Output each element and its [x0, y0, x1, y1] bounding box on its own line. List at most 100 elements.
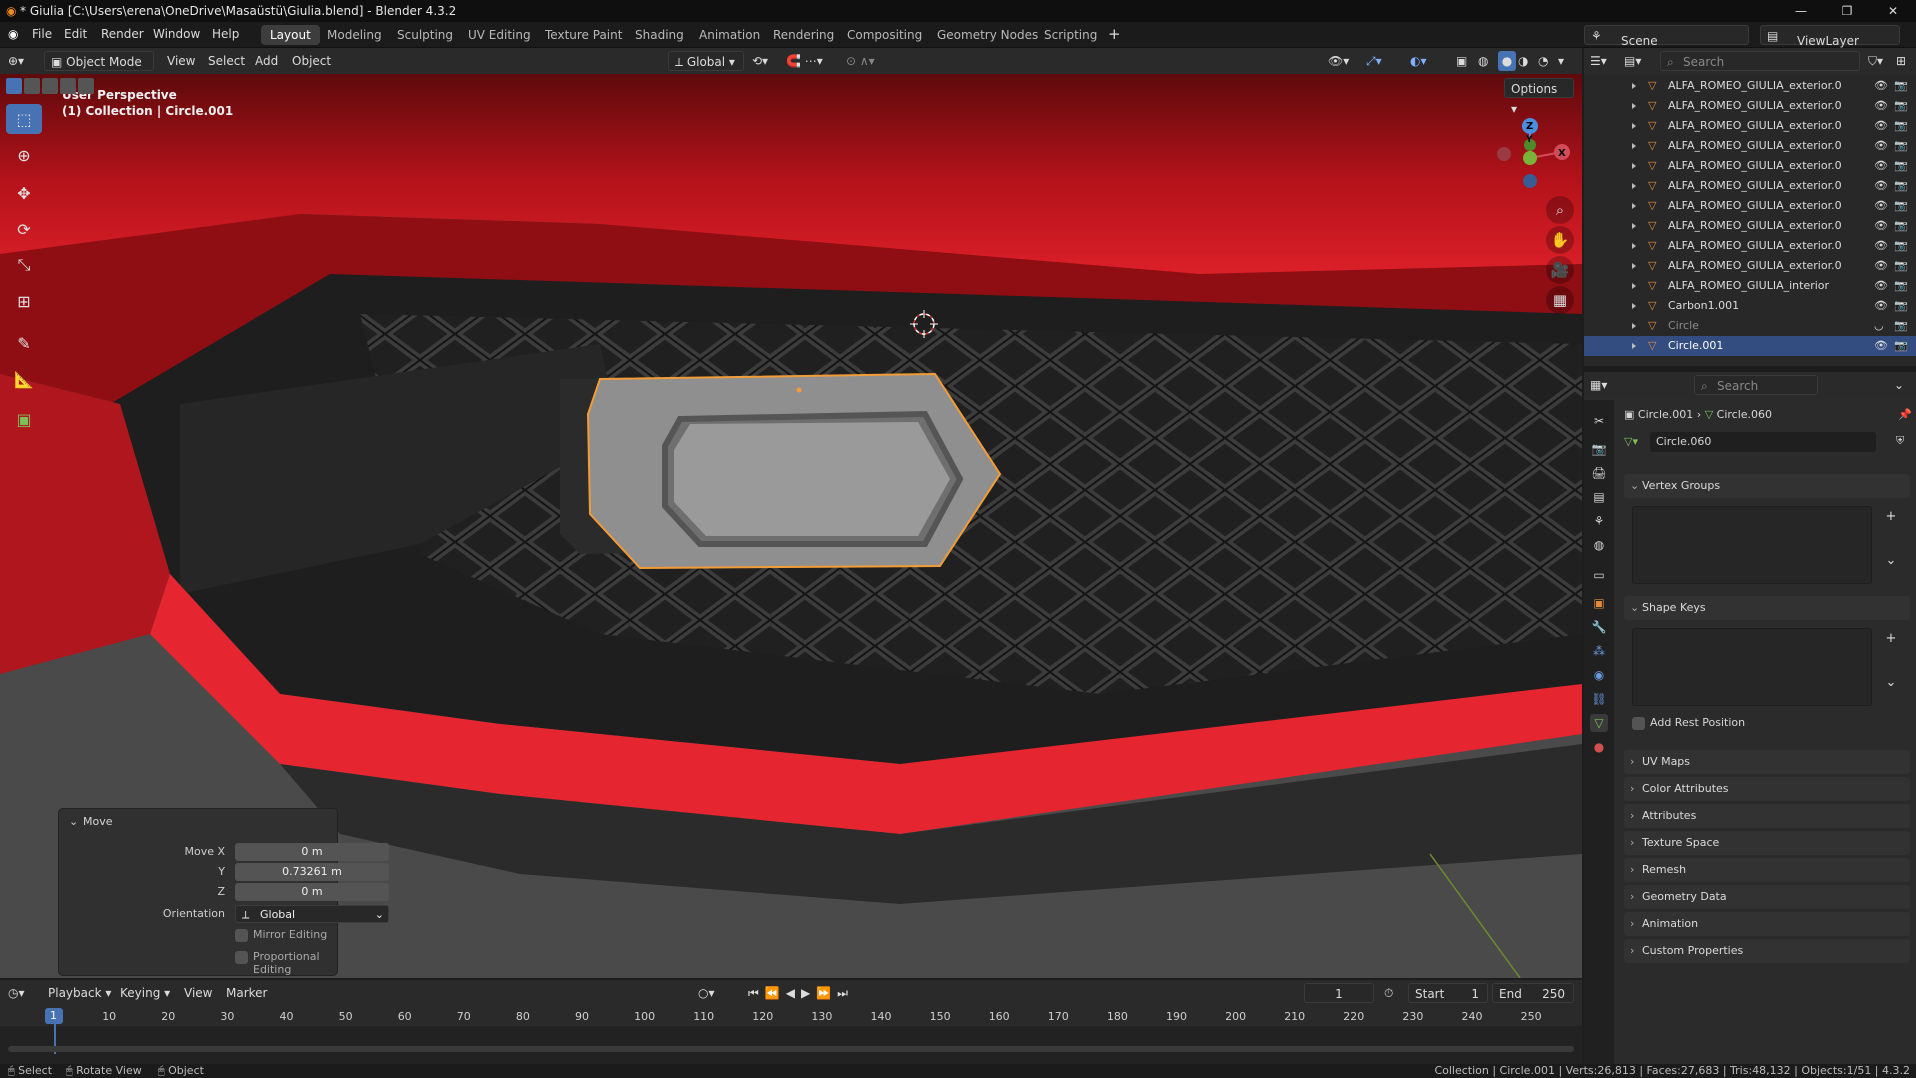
move-tool-icon[interactable]: ✥: [6, 178, 42, 208]
editor-type-icon[interactable]: ⊕▾: [8, 51, 38, 71]
collapsed-section[interactable]: › Animation: [1624, 912, 1910, 936]
outliner-item[interactable]: ▽ Carbon1.001 👁 📷: [1584, 296, 1916, 316]
menu-help[interactable]: Help: [212, 27, 239, 41]
timeline-area[interactable]: 1102030405060708090100110120130140150160…: [0, 1006, 1582, 1064]
select-invert-icon[interactable]: [60, 78, 76, 94]
outliner-item[interactable]: ▽ ALFA_ROMEO_GIULIA_exterior.0 👁 📷: [1584, 196, 1916, 216]
expand-arrow-icon[interactable]: [1632, 103, 1636, 109]
eye-icon[interactable]: 👁: [1874, 276, 1888, 296]
shape-key-menu-icon[interactable]: ⌄: [1882, 674, 1900, 692]
close-button[interactable]: ✕: [1870, 0, 1916, 22]
collapsed-section[interactable]: › Attributes: [1624, 804, 1910, 828]
render-tab-icon[interactable]: 📷: [1590, 440, 1608, 458]
menu-select[interactable]: Select: [208, 51, 245, 71]
tab-scripting[interactable]: Scripting: [1035, 25, 1106, 45]
object-tab-icon[interactable]: ▣: [1590, 594, 1608, 612]
physics-tab-icon[interactable]: ◉: [1590, 666, 1608, 684]
scene-selector[interactable]: ⚘ Scene: [1584, 25, 1749, 48]
vertex-group-menu-icon[interactable]: ⌄: [1882, 552, 1900, 570]
world-tab-icon[interactable]: ◍: [1590, 536, 1608, 554]
shape-keys-list[interactable]: [1632, 628, 1872, 706]
add-cube-tool-icon[interactable]: ▣: [6, 404, 42, 434]
display-mode-icon[interactable]: ▤▾: [1624, 51, 1652, 71]
eye-icon[interactable]: 👁: [1874, 76, 1888, 96]
camera-render-icon[interactable]: 📷: [1894, 96, 1908, 116]
eye-icon[interactable]: 👁: [1874, 256, 1888, 276]
snap-icon[interactable]: 🧲 ⋯▾: [786, 51, 836, 71]
cursor-tool-icon[interactable]: ⊕: [6, 140, 42, 170]
tab-animation[interactable]: Animation: [690, 25, 769, 45]
material-shading-icon[interactable]: ◑: [1518, 51, 1536, 71]
outliner-item[interactable]: ▽ ALFA_ROMEO_GIULIA_exterior.0 👁 📷: [1584, 116, 1916, 136]
outliner-item[interactable]: ▽ ALFA_ROMEO_GIULIA_exterior.0 👁 📷: [1584, 256, 1916, 276]
properties-options-icon[interactable]: ⌄: [1894, 375, 1912, 395]
playback-menu[interactable]: Playback ▾: [48, 983, 111, 1003]
tab-rendering[interactable]: Rendering: [764, 25, 843, 45]
expand-arrow-icon[interactable]: [1632, 183, 1636, 189]
outliner-item[interactable]: ▽ ALFA_ROMEO_GIULIA_exterior.0 👁 📷: [1584, 236, 1916, 256]
menu-file[interactable]: File: [32, 27, 52, 41]
outliner-item[interactable]: ▽ ALFA_ROMEO_GIULIA_interior 👁 📷: [1584, 276, 1916, 296]
eye-icon[interactable]: 👁: [1874, 216, 1888, 236]
timeline-view-menu[interactable]: View: [184, 983, 212, 1003]
collapsed-section[interactable]: › Texture Space: [1624, 831, 1910, 855]
eye-icon[interactable]: 👁: [1874, 296, 1888, 316]
preview-range-icon[interactable]: ⏱: [1384, 983, 1402, 1003]
expand-arrow-icon[interactable]: [1632, 123, 1636, 129]
tab-texture-paint[interactable]: Texture Paint: [536, 25, 631, 45]
expand-arrow-icon[interactable]: [1632, 323, 1636, 329]
rotate-tool-icon[interactable]: ⟳: [6, 214, 42, 244]
camera-view-icon[interactable]: 🎥: [1546, 256, 1574, 284]
pin-icon[interactable]: 📌: [1898, 408, 1912, 421]
tab-sculpting[interactable]: Sculpting: [388, 25, 462, 45]
collapsed-section[interactable]: › Geometry Data: [1624, 885, 1910, 909]
zoom-icon[interactable]: ⌕: [1546, 196, 1574, 224]
constraints-tab-icon[interactable]: ⛓: [1590, 690, 1608, 708]
start-frame-field[interactable]: Start 1: [1408, 983, 1488, 1003]
camera-render-icon[interactable]: 📷: [1894, 236, 1908, 256]
orientation-dropdown[interactable]: Global ⟂ ⌄: [235, 905, 389, 923]
rendered-shading-icon[interactable]: ◔: [1538, 51, 1556, 71]
output-tab-icon[interactable]: 🖨: [1590, 464, 1608, 482]
camera-render-icon[interactable]: 📷: [1894, 176, 1908, 196]
tab-modeling[interactable]: Modeling: [318, 25, 391, 45]
expand-arrow-icon[interactable]: [1632, 163, 1636, 169]
tab-geometry-nodes[interactable]: Geometry Nodes: [928, 25, 1047, 45]
menu-object[interactable]: Object: [292, 51, 331, 71]
pivot-icon[interactable]: ⟲▾: [752, 51, 780, 71]
panel-collapse-icon[interactable]: ⌄: [69, 815, 78, 828]
tool-tab-icon[interactable]: ✂: [1590, 412, 1608, 430]
eye-icon[interactable]: 👁: [1874, 96, 1888, 116]
eye-icon[interactable]: ◡: [1874, 316, 1884, 336]
camera-render-icon[interactable]: 📷: [1894, 136, 1908, 156]
camera-render-icon[interactable]: 📷: [1894, 156, 1908, 176]
mesh-name-field[interactable]: Circle.060: [1650, 432, 1876, 452]
shape-keys-section[interactable]: ⌄ Shape Keys: [1624, 596, 1910, 620]
measure-tool-icon[interactable]: 📐: [6, 364, 42, 394]
collapsed-section[interactable]: › UV Maps: [1624, 750, 1910, 774]
select-new-icon[interactable]: [6, 78, 22, 94]
camera-render-icon[interactable]: 📷: [1894, 116, 1908, 136]
move-y-field[interactable]: 0.73261 m: [235, 863, 389, 881]
current-frame-field[interactable]: 1: [1304, 983, 1374, 1003]
properties-search-input[interactable]: ⌕ Search: [1694, 375, 1818, 395]
camera-render-icon[interactable]: 📷: [1894, 76, 1908, 96]
collection-tab-icon[interactable]: ▭: [1590, 566, 1608, 584]
gizmo-toggle-icon[interactable]: ⤢▾: [1366, 51, 1396, 71]
menu-window[interactable]: Window: [153, 27, 200, 41]
transform-orientation-selector[interactable]: ⟂ Global ▾: [668, 51, 744, 71]
expand-arrow-icon[interactable]: [1632, 263, 1636, 269]
proportional-editing-checkbox[interactable]: [235, 951, 248, 964]
properties-editor-type-icon[interactable]: ▦▾: [1590, 375, 1618, 395]
eye-icon[interactable]: 👁: [1874, 176, 1888, 196]
outliner-item[interactable]: ▽ ALFA_ROMEO_GIULIA_exterior.0 👁 📷: [1584, 216, 1916, 236]
camera-render-icon[interactable]: 📷: [1894, 316, 1908, 336]
outliner-editor-type-icon[interactable]: ☰▾: [1590, 51, 1618, 71]
timeline-editor-type-icon[interactable]: ◷▾: [8, 983, 38, 1003]
filter-icon[interactable]: ⛉▾: [1868, 51, 1894, 71]
options-dropdown[interactable]: Options ▾: [1504, 78, 1574, 116]
outliner-item[interactable]: ▽ ALFA_ROMEO_GIULIA_exterior.0 👁 📷: [1584, 136, 1916, 156]
add-shape-key-icon[interactable]: +: [1882, 630, 1900, 648]
perspective-toggle-icon[interactable]: ▦: [1546, 286, 1574, 314]
expand-arrow-icon[interactable]: [1632, 303, 1636, 309]
